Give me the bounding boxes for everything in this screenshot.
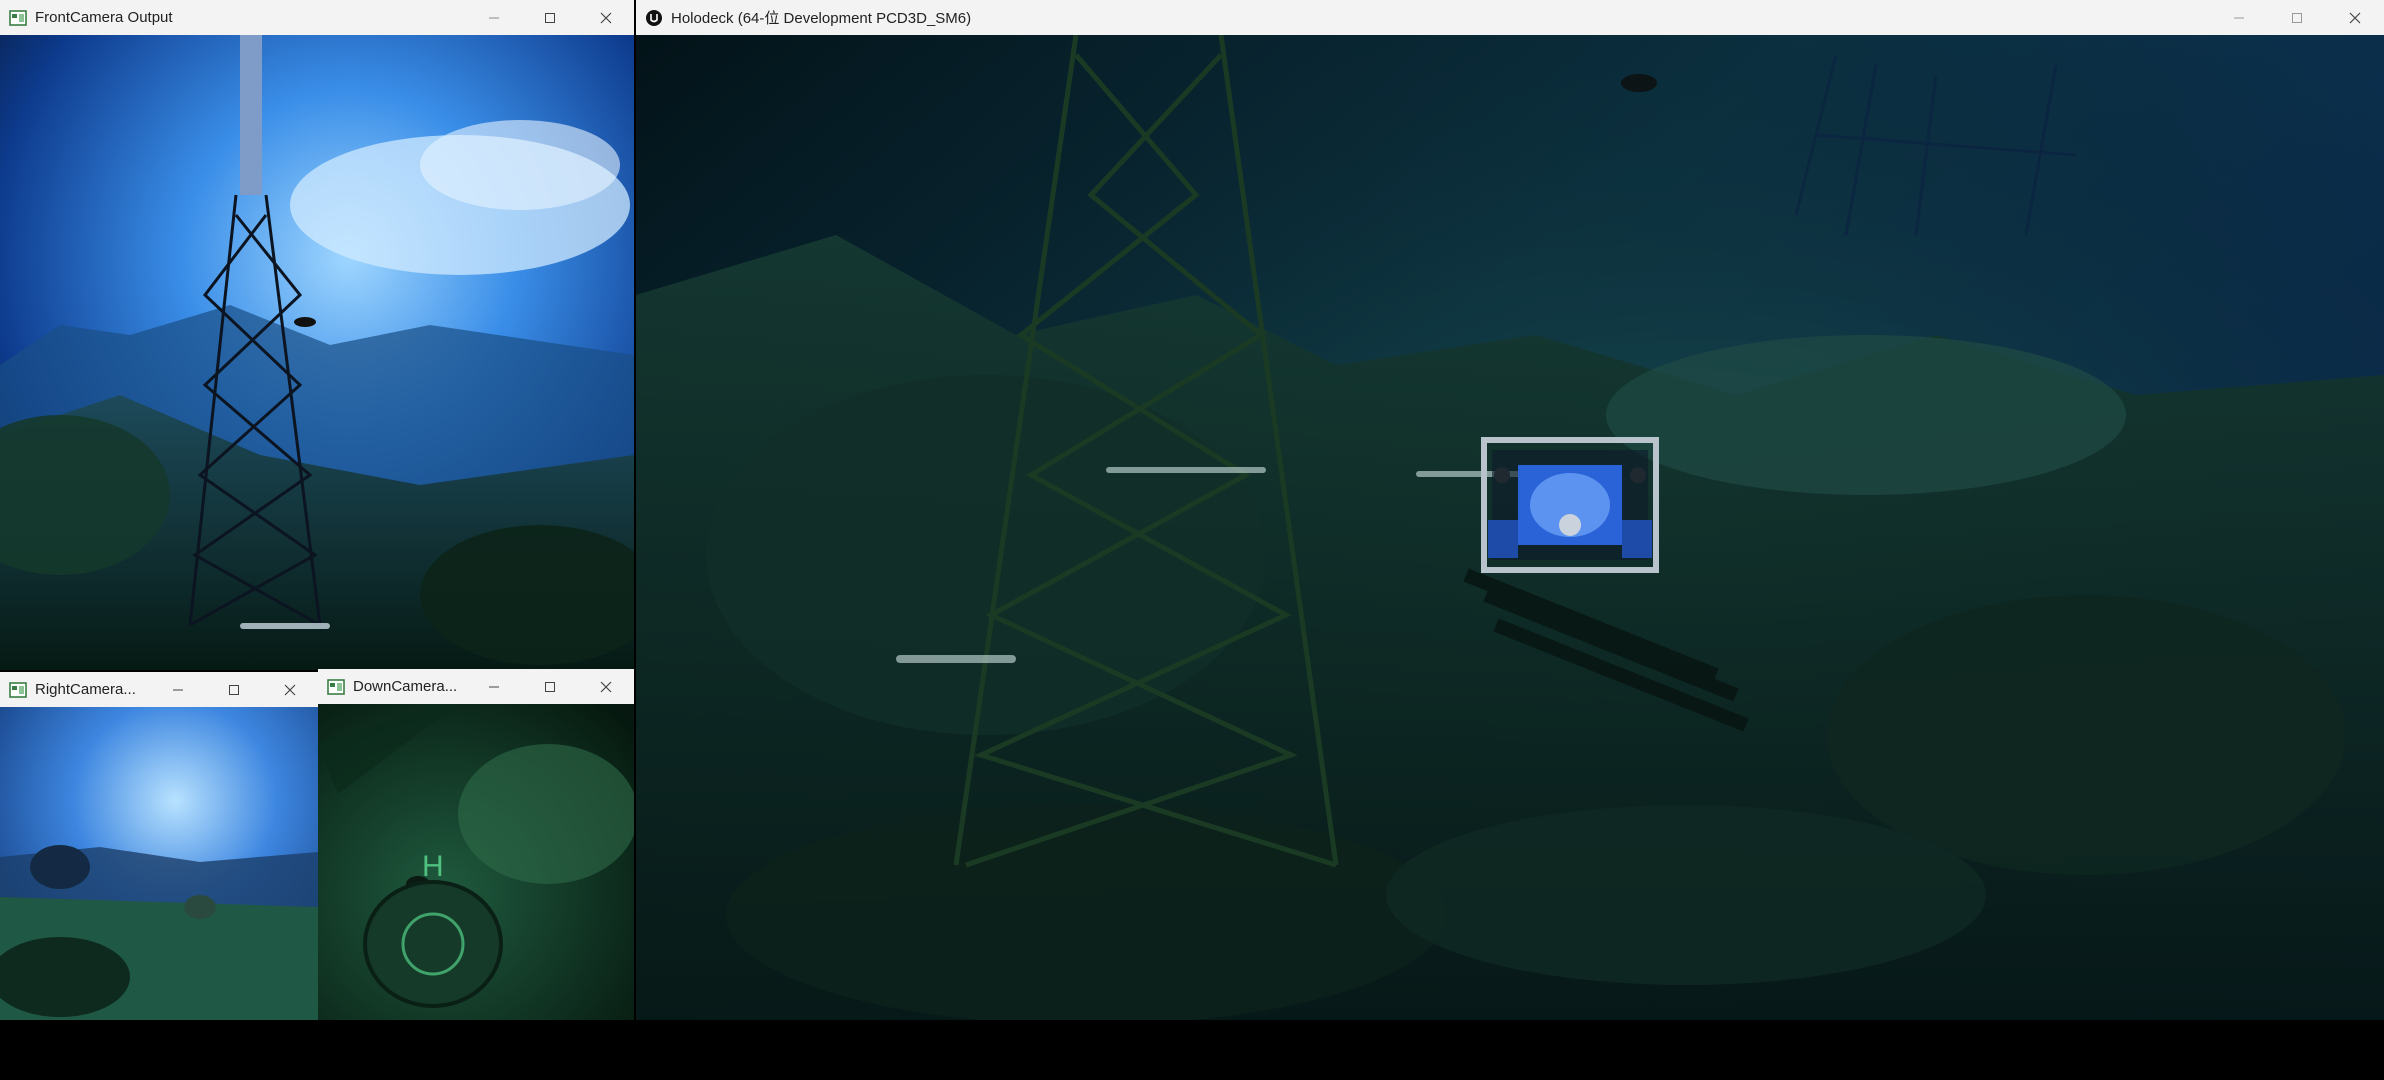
minimize-icon (489, 17, 499, 18)
close-button[interactable] (2326, 0, 2384, 35)
maximize-icon (229, 684, 239, 695)
down-camera-titlebar[interactable]: DownCamera... (318, 669, 634, 704)
close-icon (600, 12, 612, 23)
down-camera-feed: H (318, 704, 634, 1020)
front-camera-window[interactable]: FrontCamera Output (0, 0, 634, 670)
close-button[interactable] (578, 669, 634, 704)
opencv-window-icon (9, 9, 27, 26)
maximize-button[interactable] (522, 669, 578, 704)
minimize-icon (173, 689, 183, 690)
fish (294, 317, 316, 327)
rov-robot (1481, 437, 1659, 573)
holodeck-window[interactable]: Holodeck (64-位 Development PCD3D_SM6) (636, 0, 2384, 1020)
minimize-icon (2234, 17, 2244, 18)
holodeck-titlebar[interactable]: Holodeck (64-位 Development PCD3D_SM6) (636, 0, 2384, 35)
front-camera-feed (0, 35, 634, 670)
down-camera-window[interactable]: DownCamera... H (318, 669, 634, 1020)
right-camera-title: RightCamera... (35, 681, 136, 698)
opencv-window-icon (9, 681, 27, 698)
opencv-window-icon (327, 678, 345, 695)
unreal-engine-icon (646, 9, 662, 26)
maximize-button[interactable] (2268, 0, 2326, 35)
down-camera-title: DownCamera... (353, 678, 458, 695)
fish (1621, 74, 1657, 92)
close-icon (600, 681, 612, 692)
maximize-button[interactable] (522, 0, 578, 35)
right-camera-feed (0, 707, 318, 1020)
maximize-icon (545, 681, 555, 692)
maximize-icon (545, 12, 555, 23)
right-camera-titlebar[interactable]: RightCamera... (0, 672, 318, 707)
front-camera-titlebar[interactable]: FrontCamera Output (0, 0, 634, 35)
minimize-button[interactable] (150, 672, 206, 707)
maximize-icon (2292, 12, 2302, 23)
holodeck-title: Holodeck (64-位 Development PCD3D_SM6) (671, 10, 972, 27)
minimize-button[interactable] (466, 669, 522, 704)
helipad (363, 880, 503, 1008)
front-camera-title: FrontCamera Output (35, 9, 173, 26)
close-button[interactable] (262, 672, 318, 707)
holodeck-viewport[interactable] (636, 35, 2384, 1020)
close-button[interactable] (578, 0, 634, 35)
minimize-icon (489, 686, 499, 687)
minimize-button[interactable] (2210, 0, 2268, 35)
close-icon (2349, 12, 2361, 23)
right-camera-window[interactable]: RightCamera... (0, 672, 318, 1020)
maximize-button[interactable] (206, 672, 262, 707)
helipad-marker: H (422, 850, 444, 883)
close-icon (284, 684, 296, 695)
minimize-button[interactable] (466, 0, 522, 35)
